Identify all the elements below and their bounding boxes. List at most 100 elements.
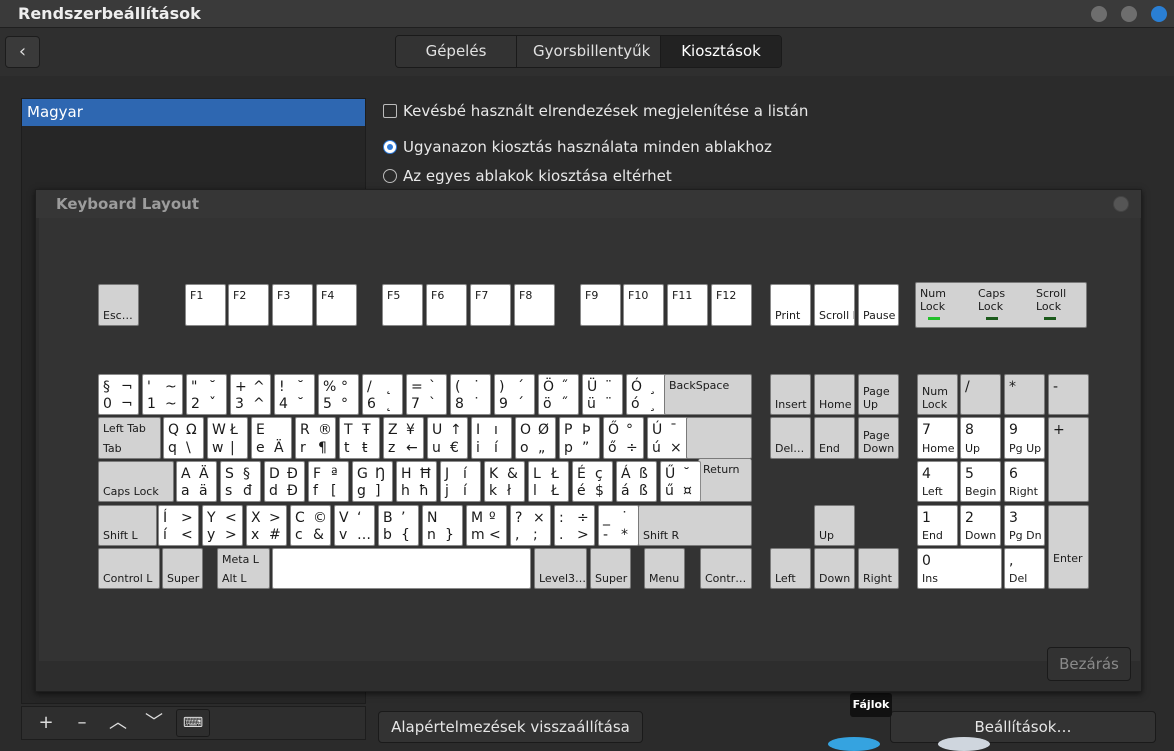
- move-down-icon[interactable]: ﹀: [136, 708, 172, 738]
- key-label: Insert: [775, 398, 807, 411]
- maximize-button[interactable]: [1121, 6, 1137, 22]
- key-label: Ω: [186, 422, 197, 438]
- key-shift-right: Shift R: [638, 505, 752, 546]
- same-layout-option[interactable]: Ugyanazon kiosztás használata minden abl…: [383, 138, 772, 156]
- led-indicator: [986, 317, 998, 320]
- key-label: É: [577, 466, 586, 482]
- key-return-top: [686, 417, 752, 459]
- key-label: -: [603, 527, 609, 543]
- key-label: ÷: [577, 510, 589, 526]
- key-level3: Level3…: [534, 548, 587, 589]
- key: V ‘v…: [334, 505, 375, 546]
- key-label: …: [357, 527, 371, 543]
- show-less-option[interactable]: Kevésbé használt elrendezések megjelenít…: [383, 102, 808, 120]
- reset-defaults-button[interactable]: Alapértelmezések visszaállítása: [378, 711, 643, 743]
- key-label: ú: [652, 440, 661, 456]
- key-label: &: [313, 527, 324, 543]
- key-label: Print: [775, 309, 801, 322]
- move-up-icon[interactable]: ︿: [100, 708, 136, 738]
- per-window-option[interactable]: Az egyes ablakok kiosztása eltérhet: [383, 167, 672, 185]
- key-label: §: [243, 466, 250, 482]
- led-label: Caps Lock: [978, 287, 1006, 313]
- key-label: R: [300, 422, 310, 438]
- list-item[interactable]: Magyar: [22, 99, 365, 126]
- key-label: ª: [331, 466, 338, 482]
- key: DĐdĐ: [264, 461, 305, 502]
- key-control-right: Contr…: [700, 548, 752, 589]
- remove-icon[interactable]: –: [64, 708, 100, 738]
- key: Q Ωq \: [163, 417, 204, 459]
- key-label: ˙: [473, 396, 480, 412]
- key-label: <: [489, 527, 501, 543]
- key-label: ä: [199, 483, 208, 499]
- checkbox[interactable]: [383, 104, 397, 118]
- key-label: ü: [587, 396, 596, 412]
- key: Ö ˝ ö ˝: [538, 374, 579, 415]
- radio-button[interactable]: [383, 140, 397, 154]
- key-add: +: [1048, 417, 1089, 502]
- key-label: ű: [665, 483, 674, 499]
- back-button[interactable]: ‹: [5, 36, 40, 68]
- key-label: ¸: [649, 396, 656, 412]
- key: LŁlŁ: [528, 461, 569, 502]
- key-label: Right: [863, 572, 892, 585]
- key-f7: F7: [470, 284, 511, 326]
- key-label: º: [489, 510, 496, 526]
- key-label: ?: [515, 510, 523, 526]
- key-pause: Pause: [858, 284, 899, 326]
- key-label: 1: [922, 510, 931, 526]
- dialog-close-icon[interactable]: [1113, 196, 1129, 212]
- key-label: ç: [595, 466, 603, 482]
- key-f6: F6: [426, 284, 467, 326]
- key-label: J: [445, 466, 450, 482]
- key-f5: F5: [382, 284, 423, 326]
- close-window-button[interactable]: [1151, 6, 1167, 22]
- key-label: Pause: [863, 309, 896, 322]
- key-label: v: [339, 527, 348, 543]
- tab-shortcuts[interactable]: Gyorsbillentyűk: [517, 36, 661, 67]
- led-indicator: [1044, 317, 1056, 320]
- key-label: F: [313, 466, 322, 482]
- key-label: &: [507, 466, 518, 482]
- key: Ő ° ő ÷: [603, 417, 644, 459]
- key-label: *: [1009, 379, 1016, 395]
- key-label: 0: [103, 396, 112, 412]
- key-label: Home: [922, 442, 955, 455]
- key-esc: Esc…: [98, 284, 139, 326]
- window-titlebar: Rendszerbeállítások: [0, 0, 1174, 28]
- key-label: !: [279, 379, 285, 395]
- key-f2: F2: [228, 284, 269, 326]
- key-label: F8: [519, 289, 533, 302]
- key-label: ←: [406, 440, 418, 456]
- key-label: F5: [387, 289, 401, 302]
- key-label: ¸: [649, 379, 656, 395]
- add-icon[interactable]: +: [28, 708, 64, 738]
- key-label: Ö: [543, 379, 555, 395]
- key-label: x: [251, 527, 260, 543]
- dock-icon[interactable]: [938, 737, 990, 751]
- keyboard-icon[interactable]: ⌨: [176, 709, 210, 737]
- key: HĦhħ: [396, 461, 437, 502]
- key: § ¬ 0 ¬: [98, 374, 139, 415]
- key-label: í: [163, 527, 167, 543]
- key-label: 8: [965, 422, 974, 438]
- key-label: Đ: [287, 466, 298, 482]
- key-label: ×: [533, 510, 545, 526]
- minimize-button[interactable]: [1091, 6, 1107, 22]
- key-label: ¤: [683, 483, 692, 499]
- key-label: G: [357, 466, 368, 482]
- tab-layouts[interactable]: Kiosztások: [661, 36, 781, 67]
- files-dock-icon[interactable]: [828, 737, 880, 751]
- key-label: >: [577, 527, 589, 543]
- key-label: ¯: [670, 422, 677, 438]
- radio-button[interactable]: [383, 169, 397, 183]
- keyboard-layout-dialog: Keyboard Layout Esc… F1 F2 F3 F4 F5 F6 F7 F8 F9 F1…: [35, 189, 1142, 692]
- settings-button[interactable]: Beállítások…: [890, 711, 1156, 743]
- key-print: Print: [770, 284, 811, 326]
- key-label: /: [367, 379, 372, 395]
- close-button[interactable]: Bezárás: [1047, 647, 1131, 681]
- key-end: End: [814, 417, 855, 459]
- key-label: >: [225, 527, 237, 543]
- key-divide: /: [960, 374, 1001, 415]
- tab-typing[interactable]: Gépelés: [396, 36, 517, 67]
